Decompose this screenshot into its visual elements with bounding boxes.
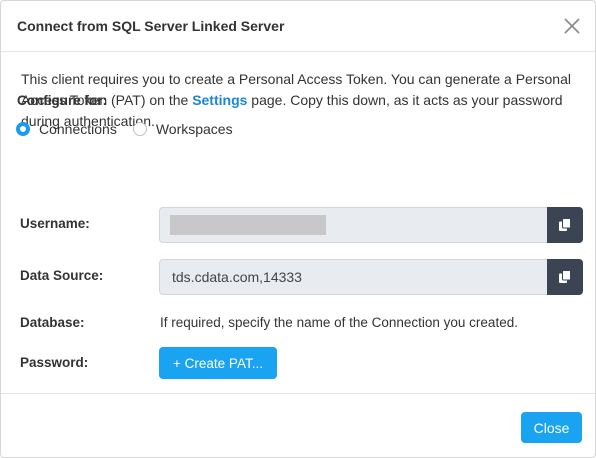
data-source-label: Data Source: (20, 268, 104, 283)
configure-radio-group: Connections Workspaces (16, 121, 249, 137)
data-source-value: tds.cdata.com,14333 (172, 269, 302, 285)
copy-icon (559, 270, 571, 283)
connect-dialog: Connect from SQL Server Linked Server Th… (0, 0, 596, 458)
radio-workspaces[interactable] (132, 122, 147, 136)
settings-link[interactable]: Settings (192, 92, 247, 108)
password-label: Password: (20, 355, 89, 370)
database-hint: If required, specify the name of the Con… (160, 315, 518, 330)
username-redacted-value (170, 215, 326, 235)
username-field[interactable] (159, 207, 583, 243)
data-source-field[interactable]: tds.cdata.com,14333 (159, 259, 583, 295)
radio-connections[interactable] (16, 122, 30, 136)
copy-icon (559, 218, 571, 231)
dialog-title: Connect from SQL Server Linked Server (17, 18, 285, 34)
dialog-header: Connect from SQL Server Linked Server (1, 1, 595, 52)
create-pat-button[interactable]: + Create PAT... (159, 347, 277, 379)
database-label: Database: (20, 315, 85, 330)
username-label: Username: (20, 216, 90, 231)
close-icon[interactable] (562, 16, 582, 36)
close-button[interactable]: Close (521, 412, 582, 443)
dialog-footer: Close (1, 393, 595, 458)
radio-connections-label[interactable]: Connections (39, 121, 117, 137)
configure-label: Configure for: (17, 93, 107, 108)
copy-username-button[interactable] (547, 207, 583, 243)
copy-data-source-button[interactable] (547, 259, 583, 295)
radio-workspaces-label[interactable]: Workspaces (156, 121, 233, 137)
